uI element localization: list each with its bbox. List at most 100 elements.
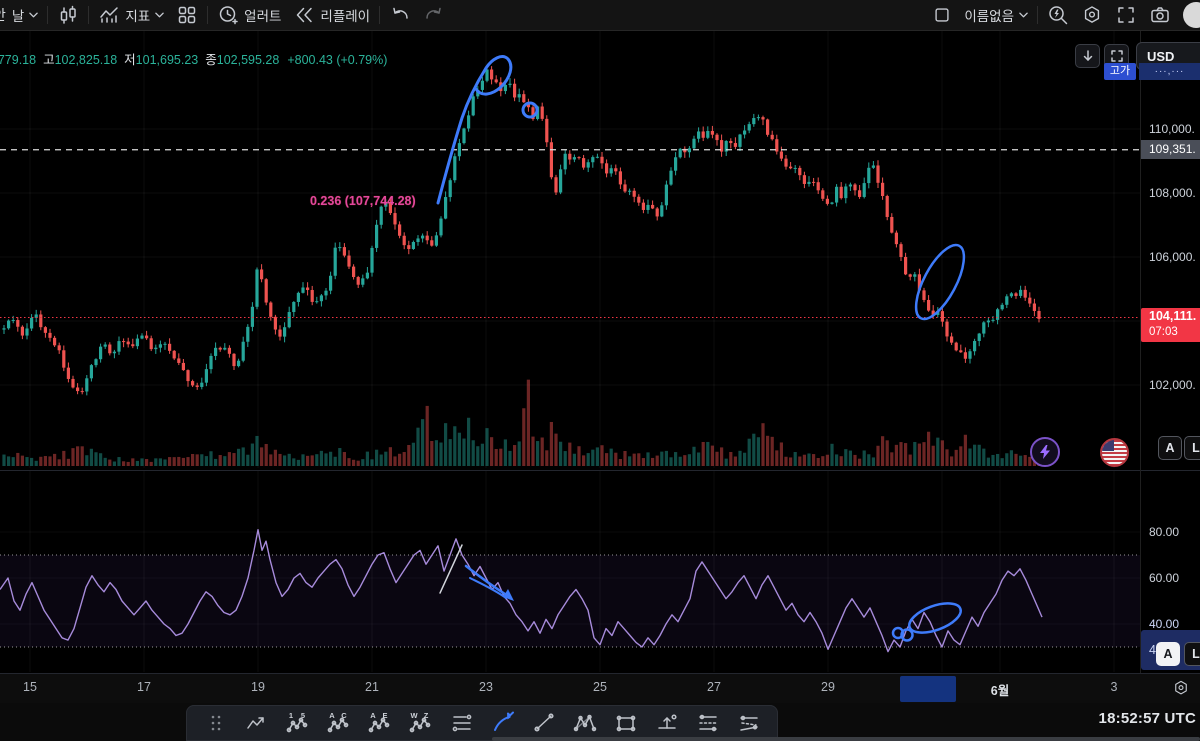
indicators-icon bbox=[98, 4, 120, 26]
open-value: 101,779.18 bbox=[0, 53, 36, 67]
rsi-chart-canvas[interactable] bbox=[0, 470, 1140, 673]
chevron-down-icon bbox=[155, 12, 164, 18]
screenshot-button[interactable] bbox=[1143, 2, 1177, 28]
gear-icon bbox=[1081, 4, 1103, 26]
elliott-triangle-icon: AE bbox=[368, 711, 392, 735]
elliott-correction-icon: AC bbox=[327, 711, 351, 735]
arrow-down-icon bbox=[1081, 49, 1095, 63]
time-axis-label: 19 bbox=[251, 680, 265, 694]
svg-text:A: A bbox=[329, 711, 335, 720]
time-axis-label: 15 bbox=[23, 680, 37, 694]
rsi-band bbox=[0, 555, 1140, 647]
long-position-tool[interactable] bbox=[646, 708, 687, 738]
alert-clock-icon bbox=[217, 4, 239, 26]
elliott-impulse-icon: 15 bbox=[286, 711, 310, 735]
rewind-icon bbox=[293, 4, 315, 26]
bottom-bar: 15 AC AE WZ 18:52:57 UTC bbox=[0, 703, 1200, 741]
time-axis-label: 21 bbox=[365, 680, 379, 694]
rsi-auto-scale-button[interactable]: A bbox=[1156, 642, 1180, 666]
time-axis-label: 17 bbox=[137, 680, 151, 694]
fib-retracement-label: 0.236 (107,744.28) bbox=[310, 194, 416, 208]
high-value: 102,825.18 bbox=[55, 53, 118, 67]
high-label: 고 bbox=[43, 53, 55, 67]
drag-handle[interactable] bbox=[195, 708, 236, 738]
trend-line-tool[interactable] bbox=[523, 708, 564, 738]
maximize-icon bbox=[1110, 49, 1124, 63]
pane-separator[interactable] bbox=[0, 470, 1200, 471]
streaming-lightning-icon[interactable] bbox=[1030, 437, 1060, 467]
settings-button[interactable] bbox=[1075, 2, 1109, 28]
chevron-down-icon bbox=[29, 12, 38, 18]
layout-grid-button[interactable] bbox=[170, 2, 204, 28]
elliott-correction-tool[interactable]: AC bbox=[318, 708, 359, 738]
long-position-icon bbox=[655, 711, 679, 735]
fullscreen-button[interactable] bbox=[1109, 2, 1143, 28]
layout-name-button[interactable]: 이름없음 bbox=[958, 3, 1034, 27]
last-price-axis-label: 104,111. 07:03 bbox=[1141, 308, 1200, 342]
camera-icon bbox=[1149, 4, 1171, 26]
grid-layout-icon bbox=[176, 4, 198, 26]
rectangle-tool[interactable] bbox=[605, 708, 646, 738]
brush-icon bbox=[491, 711, 515, 735]
search-lightning-icon bbox=[1047, 4, 1069, 26]
elliott-combo-tool[interactable]: WZ bbox=[400, 708, 441, 738]
fib-channel-tool[interactable] bbox=[728, 708, 769, 738]
flag-canton bbox=[1102, 440, 1114, 451]
undo-button[interactable] bbox=[383, 2, 417, 28]
ohlc-legend: 시101,779.18고102,825.18저101,695.23종102,59… bbox=[0, 49, 387, 68]
elliott-triangle-tool[interactable]: AE bbox=[359, 708, 400, 738]
quick-search-button[interactable] bbox=[1041, 2, 1075, 28]
trend-line-icon bbox=[532, 711, 556, 735]
toolbar-right-group: 이름없음 bbox=[926, 2, 1200, 28]
toolbar-divider bbox=[1037, 6, 1038, 24]
toolbar-divider bbox=[207, 6, 208, 24]
interval-button[interactable]: 날 bbox=[6, 3, 44, 27]
change-value: +800.43 (+0.79%) bbox=[287, 53, 387, 67]
last-price-value: 104,111. bbox=[1149, 308, 1200, 325]
redo-button[interactable] bbox=[417, 2, 451, 28]
main-log-scale-button[interactable]: L bbox=[1184, 436, 1200, 460]
low-value: 101,695.23 bbox=[136, 53, 199, 67]
pane-collapse-button[interactable] bbox=[1075, 44, 1100, 68]
rsi-axis-label: 60.00 bbox=[1141, 570, 1200, 586]
price-axis-label: 102,000. bbox=[1141, 377, 1200, 393]
svg-text:W: W bbox=[410, 711, 418, 720]
time-axis-label: 29 bbox=[821, 680, 835, 694]
low-label: 저 bbox=[124, 53, 136, 67]
save-layout-button[interactable] bbox=[926, 3, 958, 27]
main-chart-canvas[interactable] bbox=[0, 30, 1140, 470]
fib-retracement-tool[interactable] bbox=[687, 708, 728, 738]
rsi-log-scale-button[interactable]: L bbox=[1184, 642, 1200, 666]
drag-handle-icon bbox=[204, 711, 228, 735]
utc-clock: 18:52:57 UTC bbox=[1099, 710, 1196, 727]
horizontal-lines-tool[interactable] bbox=[441, 708, 482, 738]
elliott-combo-icon: WZ bbox=[409, 711, 433, 735]
bar-countdown: 07:03 bbox=[1149, 325, 1200, 339]
price-axis-label: 106,000. bbox=[1141, 249, 1200, 265]
elliott-impulse-tool[interactable]: 15 bbox=[277, 708, 318, 738]
high-price-axis-label: 109,351. bbox=[1141, 140, 1200, 159]
time-axis-gear-icon[interactable] bbox=[1172, 679, 1190, 697]
price-axis[interactable]: 109,351. 104,111. 07:03 40.00 110,000. 10… bbox=[1140, 30, 1200, 673]
avatar[interactable] bbox=[1183, 2, 1200, 28]
candlestick-icon bbox=[57, 4, 79, 26]
rectangle-icon bbox=[614, 711, 638, 735]
alert-button[interactable]: 얼러트 bbox=[211, 2, 287, 28]
time-axis-highlight bbox=[900, 676, 956, 702]
rsi-axis-label: 80.00 bbox=[1141, 524, 1200, 540]
zigzag-trend-icon bbox=[245, 711, 269, 735]
time-axis[interactable]: 15171921232527296월3 bbox=[0, 673, 1200, 704]
time-axis-label: 27 bbox=[707, 680, 721, 694]
time-axis-label: 3 bbox=[1111, 680, 1118, 694]
zigzag-trend-tool[interactable] bbox=[236, 708, 277, 738]
horizontal-scrollbar[interactable] bbox=[492, 737, 1200, 741]
xabcd-pattern-tool[interactable] bbox=[564, 708, 605, 738]
rsi-axis-label: 40.00 bbox=[1141, 616, 1200, 632]
brush-tool[interactable] bbox=[482, 708, 523, 738]
candlestick-style-button[interactable] bbox=[51, 2, 85, 28]
price-axis-label: 110,000. bbox=[1141, 121, 1200, 137]
time-axis-label: 23 bbox=[479, 680, 493, 694]
indicators-button[interactable]: 지표 bbox=[92, 2, 170, 28]
replay-button[interactable]: 리플레이 bbox=[287, 2, 376, 28]
main-auto-scale-button[interactable]: A bbox=[1158, 436, 1182, 460]
